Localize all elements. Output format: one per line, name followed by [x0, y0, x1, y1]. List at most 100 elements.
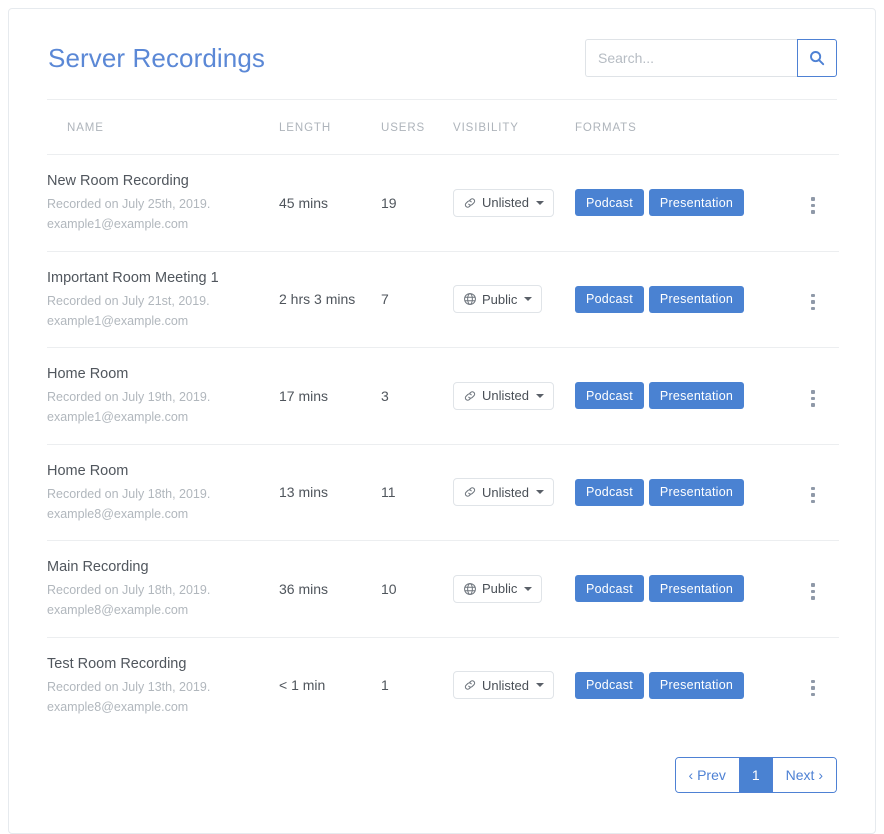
visibility-dropdown[interactable]: Unlisted [453, 188, 554, 217]
format-button-presentation[interactable]: Presentation [648, 478, 745, 506]
recordings-card: Server Recordings NAME LENGT [8, 8, 876, 834]
recording-length: < 1 min [279, 636, 381, 734]
kebab-menu-icon[interactable] [803, 386, 823, 411]
recording-name-cell: Main Recording Recorded on July 18th, 201… [47, 540, 279, 638]
table-body: New Room Recording Recorded on July 25th,… [47, 154, 839, 734]
recording-length: 45 mins [279, 154, 381, 252]
search-bar [585, 39, 837, 77]
visibility-dropdown[interactable]: Unlisted [453, 381, 554, 410]
recording-length: 17 mins [279, 347, 381, 445]
format-button-presentation[interactable]: Presentation [648, 575, 745, 603]
chevron-down-icon [524, 297, 533, 302]
recording-actions-cell [787, 154, 839, 252]
recording-actions-cell [787, 347, 839, 445]
chevron-down-icon [535, 683, 544, 688]
search-input[interactable] [585, 39, 797, 77]
recording-formats-cell: Podcast Presentation [575, 347, 787, 445]
pagination-page-1[interactable]: 1 [739, 758, 773, 793]
visibility-label: Public [482, 291, 518, 307]
recording-visibility-cell: Unlisted [453, 347, 575, 445]
table-row: Home Room Recorded on July 18th, 2019. exa… [47, 443, 839, 541]
column-header-formats: FORMATS [575, 122, 637, 134]
column-header-users: USERS [381, 122, 426, 134]
visibility-dropdown[interactable]: Unlisted [453, 671, 554, 700]
format-button-presentation[interactable]: Presentation [648, 285, 745, 313]
visibility-dropdown[interactable]: Public [453, 285, 543, 314]
card-header: Server Recordings [47, 9, 837, 100]
table-row: Main Recording Recorded on July 18th, 201… [47, 540, 839, 638]
recording-users: 10 [381, 540, 453, 638]
visibility-dropdown[interactable]: Unlisted [453, 478, 554, 507]
link-icon [463, 389, 477, 403]
recording-date: Recorded on July 13th, 2019. [47, 679, 211, 694]
column-header-visibility: VISIBILITY [453, 122, 519, 134]
visibility-label: Unlisted [482, 677, 529, 693]
recording-length: 13 mins [279, 443, 381, 541]
recording-title: Test Room Recording [47, 655, 187, 672]
recording-owner-email: example8@example.com [47, 699, 189, 714]
chevron-down-icon [535, 490, 544, 495]
recording-date: Recorded on July 19th, 2019. [47, 390, 211, 405]
recording-users: 19 [381, 154, 453, 252]
format-button-group: Podcast Presentation [575, 478, 787, 506]
table-row: Test Room Recording Recorded on July 13th… [47, 636, 839, 734]
pagination-next[interactable]: Next › [772, 758, 836, 793]
table-row: Home Room Recorded on July 19th, 2019. exa… [47, 347, 839, 445]
column-header-length: LENGTH [279, 122, 332, 134]
format-button-group: Podcast Presentation [575, 671, 787, 699]
globe-icon [463, 582, 477, 596]
visibility-label: Unlisted [482, 195, 529, 211]
recording-name-cell: Test Room Recording Recorded on July 13th… [47, 636, 279, 734]
recording-users: 3 [381, 347, 453, 445]
format-button-presentation[interactable]: Presentation [648, 189, 745, 217]
recording-title: New Room Recording [47, 173, 189, 189]
recording-owner-email: example1@example.com [47, 217, 189, 232]
recording-visibility-cell: Unlisted [453, 636, 575, 734]
pagination-prev[interactable]: ‹ Prev [675, 758, 740, 793]
recording-title: Home Room [47, 366, 129, 383]
format-button-podcast[interactable]: Podcast [575, 189, 644, 217]
recording-title: Important Room Meeting 1 [47, 269, 219, 286]
recording-date: Recorded on July 18th, 2019. [47, 486, 211, 501]
recording-actions-cell [787, 540, 839, 638]
table-header-row: NAME LENGTH USERS VISIBILITY FORMATS [47, 100, 839, 155]
recording-actions-cell [787, 250, 839, 348]
format-button-podcast[interactable]: Podcast [575, 285, 644, 313]
format-button-group: Podcast Presentation [575, 285, 787, 313]
visibility-dropdown[interactable]: Public [453, 574, 543, 603]
recording-title: Main Recording [47, 559, 149, 576]
pagination-container: ‹ Prev 1 Next › [47, 733, 837, 833]
recording-owner-email: example8@example.com [47, 506, 189, 521]
recording-visibility-cell: Unlisted [453, 154, 575, 252]
format-button-podcast[interactable]: Podcast [575, 575, 644, 603]
kebab-menu-icon[interactable] [803, 290, 823, 315]
recording-users: 11 [381, 443, 453, 541]
recording-title: Home Room [47, 462, 129, 479]
kebab-menu-icon[interactable] [803, 483, 823, 508]
search-button[interactable] [797, 39, 837, 77]
recording-formats-cell: Podcast Presentation [575, 540, 787, 638]
recording-owner-email: example1@example.com [47, 313, 189, 328]
kebab-menu-icon[interactable] [803, 193, 823, 218]
format-button-podcast[interactable]: Podcast [575, 478, 644, 506]
recording-actions-cell [787, 636, 839, 734]
format-button-podcast[interactable]: Podcast [575, 671, 644, 699]
format-button-presentation[interactable]: Presentation [648, 671, 745, 699]
recording-name-cell: Important Room Meeting 1 Recorded on July… [47, 250, 279, 348]
format-button-group: Podcast Presentation [575, 189, 787, 217]
recording-owner-email: example8@example.com [47, 603, 189, 618]
recordings-table: NAME LENGTH USERS VISIBILITY FORMATS New… [47, 100, 839, 734]
format-button-presentation[interactable]: Presentation [648, 382, 745, 410]
link-icon [463, 678, 477, 692]
recording-length: 36 mins [279, 540, 381, 638]
recording-name-cell: New Room Recording Recorded on July 25th,… [47, 154, 279, 252]
recording-actions-cell [787, 443, 839, 541]
recording-date: Recorded on July 21st, 2019. [47, 293, 210, 308]
recording-users: 1 [381, 636, 453, 734]
format-button-podcast[interactable]: Podcast [575, 382, 644, 410]
recording-name-cell: Home Room Recorded on July 18th, 2019. exa… [47, 443, 279, 541]
link-icon [463, 485, 477, 499]
kebab-menu-icon[interactable] [803, 676, 823, 701]
recording-owner-email: example1@example.com [47, 410, 189, 425]
kebab-menu-icon[interactable] [803, 579, 823, 604]
